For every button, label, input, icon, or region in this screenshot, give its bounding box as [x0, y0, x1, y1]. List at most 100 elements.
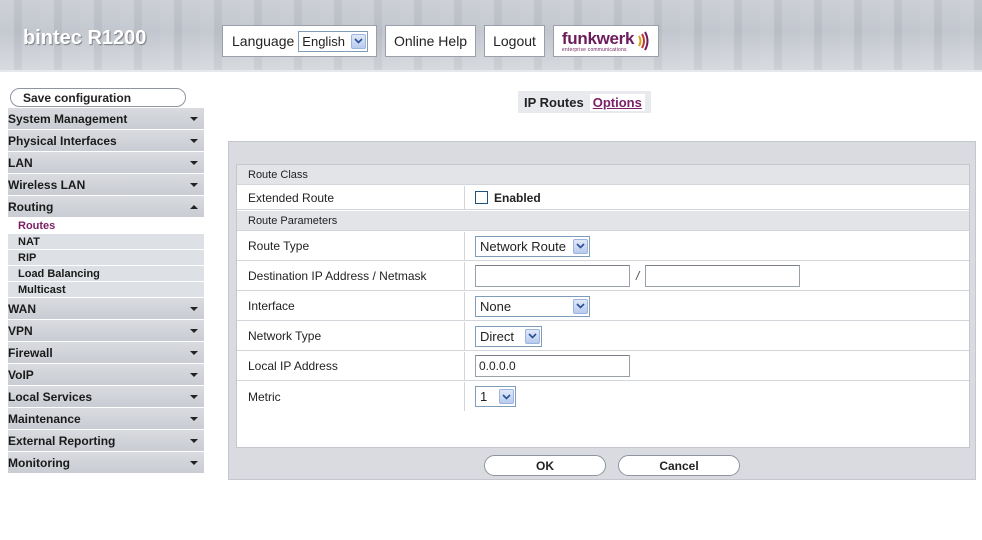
sidebar-item-lan[interactable]: LAN: [8, 152, 204, 174]
destination-ip-input[interactable]: [475, 265, 630, 287]
section-route-class: Route Class: [237, 165, 969, 185]
sidebar-item-label: Firewall: [8, 345, 53, 360]
language-select[interactable]: English: [298, 30, 368, 52]
sidebar-item-label: Monitoring: [8, 455, 70, 470]
sidebar-item-label: Wireless LAN: [8, 177, 86, 192]
sidebar-item-voip[interactable]: VoIP: [8, 364, 204, 386]
chevron-down-icon: [573, 298, 588, 314]
sidebar-item-label: System Management: [8, 111, 128, 126]
extended-route-row: Extended Route Enabled: [237, 186, 969, 210]
select-value: Network Route: [480, 238, 566, 254]
field-label: Local IP Address: [237, 352, 465, 380]
sidebar-item-wan[interactable]: WAN: [8, 298, 204, 320]
sidebar-item-wireless-lan[interactable]: Wireless LAN: [8, 174, 204, 196]
tab-ip-routes[interactable]: IP Routes: [524, 95, 584, 110]
ok-button[interactable]: OK: [484, 455, 606, 476]
sidebar-item-label: VPN: [8, 323, 33, 338]
sidebar-subitem-multicast[interactable]: Multicast: [8, 282, 204, 298]
logout-link[interactable]: Logout: [484, 25, 545, 57]
select-value: None: [480, 298, 512, 314]
chevron-down-icon: [190, 438, 198, 443]
save-configuration-button[interactable]: Save configuration: [10, 88, 186, 107]
sidebar-item-routing[interactable]: Routing: [8, 196, 204, 218]
signal-wave-icon: [638, 31, 649, 51]
sidebar-item-label: Physical Interfaces: [8, 133, 117, 148]
route-type-row: Route Type Network Route: [237, 232, 969, 261]
chevron-down-icon: [190, 160, 198, 165]
sidebar-subitem-load-balancing[interactable]: Load Balancing: [8, 266, 204, 282]
netmask-separator: /: [636, 269, 640, 283]
header-controls: Language English Online Help Logout funk…: [222, 25, 672, 57]
cancel-button[interactable]: Cancel: [618, 455, 740, 476]
sidebar-item-label: Local Services: [8, 389, 93, 404]
form-buttons: OK Cancel: [229, 455, 975, 477]
sidebar-subitem-nat[interactable]: NAT: [8, 234, 204, 250]
chevron-down-icon: [350, 33, 366, 49]
sidebar-item-local-services[interactable]: Local Services: [8, 386, 204, 408]
metric-row: Metric 1: [237, 382, 969, 411]
interface-select[interactable]: None: [475, 295, 590, 317]
chevron-down-icon: [190, 138, 198, 143]
route-form-panel: Route Class Extended Route Enabled Route…: [228, 141, 976, 480]
chevron-down-icon: [190, 328, 198, 333]
network-type-row: Network Type Direct: [237, 322, 969, 351]
language-value: English: [302, 33, 345, 49]
field-value: Enabled: [465, 186, 969, 209]
online-help-link[interactable]: Online Help: [384, 25, 477, 57]
select-value: Direct: [480, 328, 514, 344]
metric-select[interactable]: 1: [475, 386, 516, 407]
route-form: Route Class Extended Route Enabled Route…: [236, 164, 970, 448]
destination-row: Destination IP Address / Netmask /: [237, 262, 969, 291]
chevron-down-icon: [573, 238, 588, 254]
sidebar-item-external-reporting[interactable]: External Reporting: [8, 430, 204, 452]
sidebar-item-label: WAN: [8, 301, 36, 316]
sidebar-item-label: LAN: [8, 155, 33, 170]
network-type-select[interactable]: Direct: [475, 325, 542, 347]
sidebar-item-maintenance[interactable]: Maintenance: [8, 408, 204, 430]
language-box: Language English: [222, 25, 377, 57]
route-type-select[interactable]: Network Route: [475, 235, 590, 257]
destination-netmask-input[interactable]: [645, 265, 801, 287]
field-value: 0.0.0.0: [465, 352, 969, 380]
chevron-down-icon: [525, 328, 540, 344]
field-label: Interface: [237, 292, 465, 320]
funkwerk-logo: funkwerk enterprise communications: [552, 25, 660, 57]
chevron-down-icon: [190, 350, 198, 355]
field-label: Metric: [237, 382, 465, 411]
sidebar-subitem-routes[interactable]: Routes: [8, 218, 204, 234]
sidebar-nav: System Management Physical Interfaces LA…: [8, 108, 204, 474]
sidebar-item-firewall[interactable]: Firewall: [8, 342, 204, 364]
sidebar: Save configuration System Management Phy…: [8, 84, 204, 540]
field-value: None: [465, 292, 969, 320]
field-value: Direct: [465, 322, 969, 350]
sidebar-item-physical-interfaces[interactable]: Physical Interfaces: [8, 130, 204, 152]
chevron-down-icon: [190, 372, 198, 377]
header-bar: bintec R1200 Language English Online Hel…: [0, 0, 982, 72]
chevron-up-icon: [190, 204, 198, 209]
extended-route-checkbox[interactable]: [475, 191, 488, 204]
sidebar-item-system-management[interactable]: System Management: [8, 108, 204, 130]
section-route-parameters: Route Parameters: [237, 211, 969, 231]
chevron-down-icon: [190, 460, 198, 465]
chevron-down-icon: [190, 182, 198, 187]
app-title: bintec R1200: [23, 27, 147, 49]
interface-row: Interface None: [237, 292, 969, 321]
chevron-down-icon: [190, 116, 198, 121]
sidebar-item-vpn[interactable]: VPN: [8, 320, 204, 342]
sidebar-item-monitoring[interactable]: Monitoring: [8, 452, 204, 474]
checkbox-label: Enabled: [494, 190, 541, 205]
logo-subtext: enterprise communications: [561, 46, 627, 53]
tab-options[interactable]: Options: [589, 93, 645, 111]
field-label: Destination IP Address / Netmask: [237, 262, 465, 290]
sidebar-item-label: Maintenance: [8, 411, 81, 426]
sidebar-subitem-rip[interactable]: RIP: [8, 250, 204, 266]
field-label: Extended Route: [237, 186, 465, 209]
local-ip-input[interactable]: 0.0.0.0: [475, 355, 630, 377]
chevron-down-icon: [499, 389, 514, 404]
logo-text: funkwerk: [561, 28, 635, 48]
field-value: Network Route: [465, 232, 969, 260]
field-label: Route Type: [237, 232, 465, 260]
chevron-down-icon: [190, 306, 198, 311]
sidebar-item-label: External Reporting: [8, 433, 116, 448]
select-value: 1: [480, 389, 488, 404]
